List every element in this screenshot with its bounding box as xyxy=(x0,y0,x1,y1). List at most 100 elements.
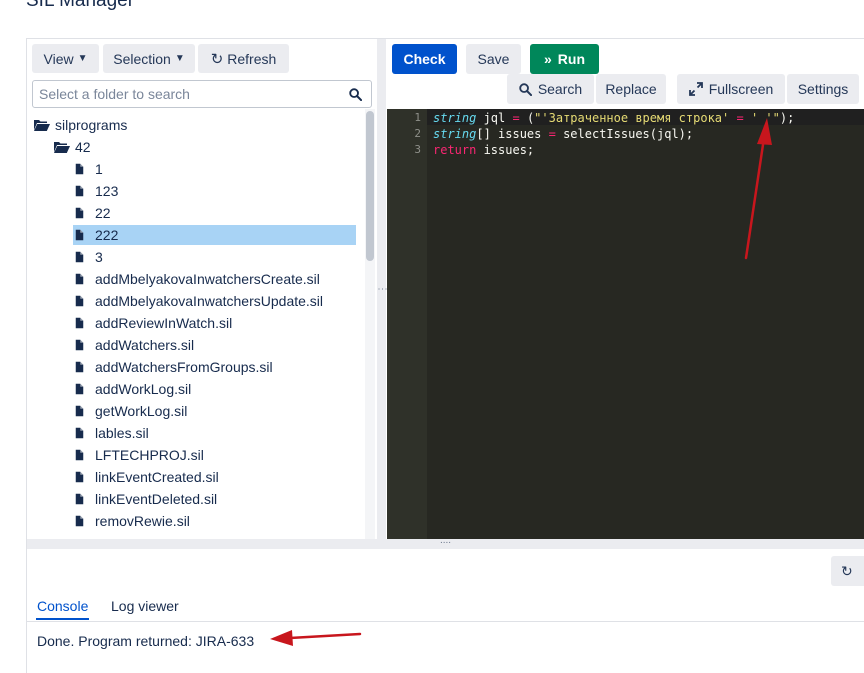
file-icon xyxy=(75,515,84,527)
tree-file-label: addReviewInWatch.sil xyxy=(95,315,233,331)
save-button[interactable]: Save xyxy=(466,44,521,74)
tree-file-item[interactable]: LFTECHPROJ.sil xyxy=(73,445,204,465)
expand-icon xyxy=(688,82,703,96)
line-number: 3 xyxy=(414,143,421,156)
tree-file-item[interactable]: 1 xyxy=(73,159,103,179)
tree-file-label: linkEventDeleted.sil xyxy=(95,491,218,507)
file-tree: silprograms 42 1 123 22 222 3 addMbelyakovaIn… xyxy=(27,114,362,539)
tree-file-label: addWorkLog.sil xyxy=(95,381,192,397)
tree-file-item[interactable]: addWorkLog.sil xyxy=(73,379,191,399)
tree-file-item[interactable]: 222 xyxy=(73,225,356,245)
check-label: Check xyxy=(403,51,446,67)
refresh-icon: ↻ xyxy=(210,50,224,68)
file-icon xyxy=(75,317,84,329)
tree-file-label: 3 xyxy=(95,249,103,265)
file-icon xyxy=(75,471,84,483)
selection-dropdown-button[interactable]: Selection ▼ xyxy=(103,44,195,73)
search-label: Search xyxy=(537,81,583,97)
file-icon xyxy=(75,207,84,219)
tree-file-label: getWorkLog.sil xyxy=(95,403,188,419)
tree-file-label: removRewie.sil xyxy=(95,513,190,529)
tree-file-label: addMbelyakovaInwatchersUpdate.sil xyxy=(95,293,324,309)
file-icon xyxy=(75,185,84,197)
file-icon xyxy=(75,295,84,307)
bottom-tabs: Console Log viewer xyxy=(27,596,864,622)
tree-file-label: 222 xyxy=(95,227,119,243)
file-icon xyxy=(75,339,84,351)
tree-file-item[interactable]: 3 xyxy=(73,247,103,267)
file-icon xyxy=(75,163,84,175)
code-editor[interactable]: 1 2 3 string jql = ("'Затраченное время … xyxy=(387,109,864,539)
horizontal-splitter[interactable]: .... xyxy=(27,536,864,549)
settings-label: Settings xyxy=(797,81,849,97)
tree-file-item[interactable]: getWorkLog.sil xyxy=(73,401,187,421)
refresh-icon: ↻ xyxy=(841,563,853,579)
view-label: View xyxy=(43,50,74,67)
save-label: Save xyxy=(477,51,510,67)
file-icon xyxy=(75,251,84,263)
tree-file-item[interactable]: addWatchersFromGroups.sil xyxy=(73,357,273,377)
folder-open-icon xyxy=(54,142,70,153)
file-icon xyxy=(75,405,84,417)
run-button[interactable]: » Run xyxy=(530,44,599,74)
tree-file-item[interactable]: linkEventCreated.sil xyxy=(73,467,219,487)
tree-file-item[interactable]: 22 xyxy=(73,203,111,223)
check-button[interactable]: Check xyxy=(392,44,457,74)
fullscreen-label: Fullscreen xyxy=(708,81,774,97)
fullscreen-button[interactable]: Fullscreen xyxy=(677,74,785,104)
run-label: Run xyxy=(557,51,585,67)
tree-file-label: 123 xyxy=(95,183,119,199)
search-icon[interactable] xyxy=(349,88,362,101)
replace-button[interactable]: Replace xyxy=(596,74,666,104)
tree-file-label: 22 xyxy=(95,205,111,221)
code-line[interactable]: string[] issues = selectIssues(jql); xyxy=(433,126,693,142)
tree-file-label: LFTECHPROJ.sil xyxy=(95,447,204,463)
tree-file-label: addWatchersFromGroups.sil xyxy=(95,359,273,375)
tree-file-item[interactable]: linkEventDeleted.sil xyxy=(73,489,217,509)
file-icon xyxy=(75,427,84,439)
tab-console[interactable]: Console xyxy=(35,598,90,620)
refresh-button[interactable]: ↻ Refresh xyxy=(198,44,289,73)
file-icon xyxy=(75,449,84,461)
tree-file-label: addWatchers.sil xyxy=(95,337,195,353)
tree-file-label: lables.sil xyxy=(95,425,149,441)
tab-log-viewer[interactable]: Log viewer xyxy=(111,598,179,614)
tree-file-item[interactable]: addReviewInWatch.sil xyxy=(73,313,232,333)
code-line[interactable]: string jql = ("'Затраченное время строка… xyxy=(433,110,794,126)
file-icon xyxy=(75,229,84,241)
tree-scrollbar-thumb[interactable] xyxy=(366,111,374,261)
file-icon xyxy=(75,493,84,505)
page-title: SIL Manager xyxy=(26,0,135,11)
refresh-label: Refresh xyxy=(227,50,277,67)
tree-file-item[interactable]: addWatchers.sil xyxy=(73,335,194,355)
tree-file-label: linkEventCreated.sil xyxy=(95,469,219,485)
settings-button[interactable]: Settings xyxy=(787,74,859,104)
tree-folder-42[interactable]: 42 xyxy=(54,137,91,157)
sil-manager-window: SIL Manager View ▼ Selection ▼ ↻ Refresh xyxy=(0,0,864,673)
file-icon xyxy=(75,273,84,285)
console-refresh-button[interactable]: ↻ xyxy=(831,556,864,586)
tree-file-item[interactable]: addMbelyakovaInwatchersUpdate.sil xyxy=(73,291,323,311)
replace-label: Replace xyxy=(605,81,657,97)
editor-gutter: 1 2 3 xyxy=(387,109,427,539)
chevron-down-icon: ▼ xyxy=(174,53,185,64)
line-number: 2 xyxy=(414,127,421,140)
tree-file-item[interactable]: 123 xyxy=(73,181,118,201)
tree-file-item[interactable]: removRewie.sil xyxy=(73,511,190,531)
file-icon xyxy=(75,361,84,373)
vertical-splitter[interactable]: ⋮ xyxy=(377,39,388,539)
folder-search-box xyxy=(32,80,372,108)
view-dropdown-button[interactable]: View ▼ xyxy=(32,44,99,73)
chevron-down-icon: ▼ xyxy=(77,53,88,64)
folder-search-input[interactable] xyxy=(33,81,343,107)
code-line[interactable]: return issues; xyxy=(433,142,534,158)
folder-open-icon xyxy=(34,120,50,131)
tree-file-label: addMbelyakovaInwatchersCreate.sil xyxy=(95,271,320,287)
tree-file-item[interactable]: lables.sil xyxy=(73,423,149,443)
tree-folder-root[interactable]: silprograms xyxy=(34,115,127,135)
tree-file-item[interactable]: addMbelyakovaInwatchersCreate.sil xyxy=(73,269,320,289)
tree-folder-label: 42 xyxy=(75,139,91,155)
search-button[interactable]: Search xyxy=(507,74,594,104)
file-icon xyxy=(75,383,84,395)
tree-file-label: 1 xyxy=(95,161,103,177)
